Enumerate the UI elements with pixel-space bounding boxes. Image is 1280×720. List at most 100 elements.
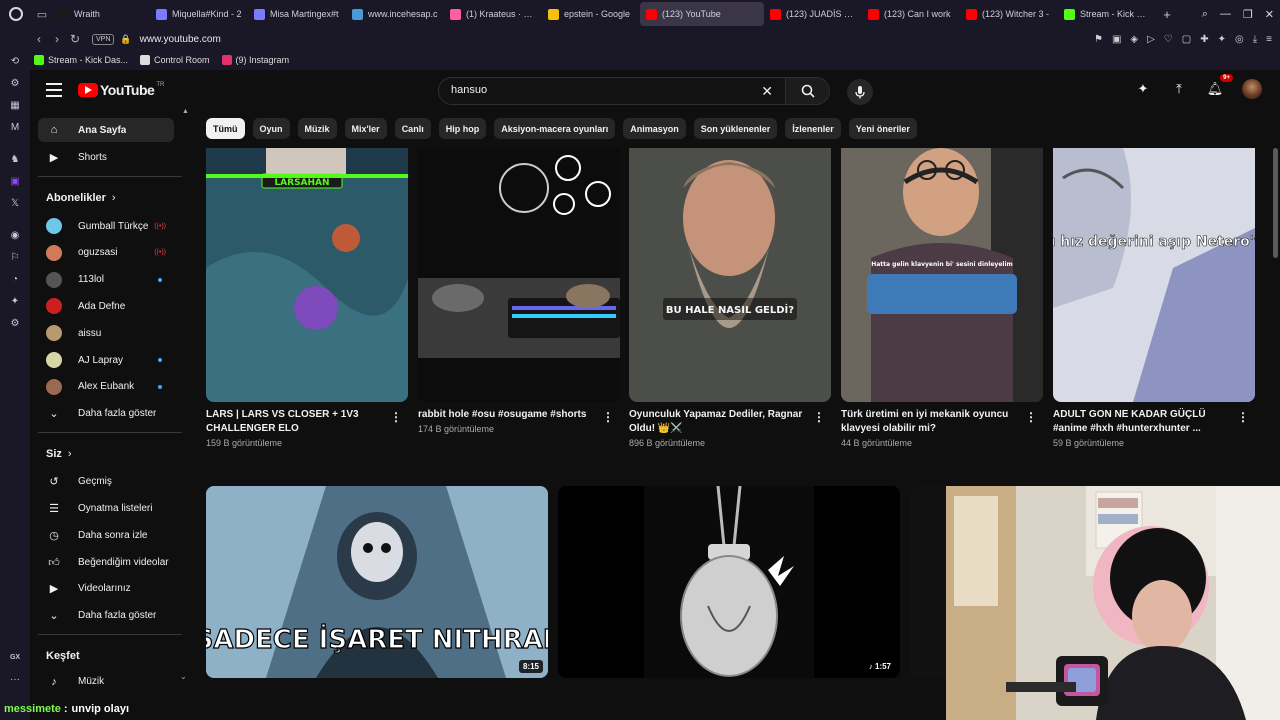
bookmark-item[interactable]: Stream - Kick Das... — [34, 55, 128, 65]
browser-tab[interactable]: (123) Witcher 3 - — [960, 2, 1058, 26]
video-thumbnail[interactable] — [418, 148, 620, 402]
reload-icon[interactable]: ↻ — [66, 32, 84, 46]
settings-sidebar-icon[interactable]: ⚙ — [8, 316, 22, 330]
browser-tab[interactable]: Stream - Kick Das — [1058, 2, 1156, 26]
x-twitter-icon[interactable]: 𝕏 — [8, 196, 22, 210]
shield-icon[interactable]: ◈ — [1130, 34, 1138, 45]
url-field[interactable]: www.youtube.com — [140, 34, 221, 45]
filter-chip[interactable]: Müzik — [297, 118, 337, 139]
sidebar-item[interactable]: ☰ Oynatma listeleri — [38, 496, 174, 520]
browser-tab[interactable]: (123) YouTube — [640, 2, 764, 26]
browser-tab[interactable]: Misa Martingex#t — [248, 2, 346, 26]
filter-chip[interactable]: Son yüklenenler — [693, 118, 778, 139]
browser-tab[interactable]: (1) Kraateus · oyu — [444, 2, 542, 26]
video-thumbnail[interactable]: LARSAHAN — [206, 148, 408, 402]
video-card[interactable]: ♪ 1:57 — [558, 486, 900, 678]
kick-sidebar-icon[interactable]: ♞ — [8, 152, 22, 166]
shorts-card[interactable]: BU HALE NASIL GELDİ? Oyunculuk Yapamaz De… — [629, 148, 831, 468]
subscription-item[interactable]: Ada Defne — [38, 294, 174, 318]
video-title[interactable]: Türk üretimi en iyi mekanik oyuncu klavy… — [841, 408, 1021, 436]
bookmark-item[interactable]: Control Room — [140, 55, 210, 65]
minimize-icon[interactable]: — — [1220, 8, 1231, 20]
twitch-icon[interactable]: ▣ — [8, 174, 22, 188]
more-options-icon[interactable]: ⋮ — [1237, 410, 1249, 424]
opera-gx-logo-icon[interactable] — [0, 0, 32, 28]
search-input[interactable] — [451, 84, 771, 96]
bookmark-item[interactable]: (9) Instagram — [221, 55, 289, 65]
filter-chip[interactable]: Aksiyon-macera oyunları — [494, 118, 616, 139]
filter-chip[interactable]: Animasyon — [623, 118, 686, 139]
shorts-card[interactable]: rabbit hole #osu #osugame #shorts 174 B g… — [418, 148, 620, 468]
tab-manager-icon[interactable]: ▭ — [32, 0, 52, 28]
tab-icon[interactable]: ▢ — [1182, 34, 1191, 45]
browser-tab[interactable]: Miquella#Kind - 2 — [150, 2, 248, 26]
more-options-icon[interactable]: ⋮ — [602, 410, 614, 424]
browser-tab[interactable]: www.incehesap.c — [346, 2, 444, 26]
player-icon[interactable]: ◉ — [8, 228, 22, 242]
voice-search-button[interactable] — [847, 79, 873, 105]
sidebar-item[interactable]: 👍︎ Beğendiğim videolar — [38, 550, 174, 574]
sidebar-item[interactable]: ▶ Shorts — [38, 145, 174, 169]
search-tabs-icon[interactable]: ⌕ — [1202, 8, 1208, 21]
upload-icon[interactable]: ⤒ — [1170, 80, 1188, 98]
sidebar-item[interactable]: ▶ Videolarınız — [38, 577, 174, 601]
sidebar-item[interactable]: ↺ Geçmiş — [38, 470, 174, 494]
filter-chip[interactable]: Hip hop — [438, 118, 487, 139]
video-thumbnail[interactable]: BU HALE NASIL GELDİ? — [629, 148, 831, 402]
subscription-item[interactable]: aissu — [38, 321, 174, 345]
page-scrollbar[interactable] — [1273, 148, 1278, 258]
easy-setup-icon[interactable]: ≡ — [1266, 34, 1272, 45]
show-more-button[interactable]: ⌄ Daha fazla göster — [38, 604, 174, 628]
cast-icon[interactable]: ✦ — [1134, 80, 1152, 98]
subscriptions-header[interactable]: Abonelikler › — [46, 192, 116, 204]
more-icon[interactable]: ··· — [8, 672, 22, 686]
forward-icon[interactable]: › — [48, 32, 66, 46]
video-title[interactable]: ADULT GON NE KADAR GÜÇLÜ #anime #hxh #hu… — [1053, 408, 1233, 436]
pin-icon[interactable]: ⚐ — [8, 250, 22, 264]
more-options-icon[interactable]: ⋮ — [813, 410, 825, 424]
gx-corner-icon[interactable]: ▦ — [8, 98, 22, 112]
video-card[interactable]: SADECE İŞARET NITHRAL 8:15 — [206, 486, 548, 678]
video-title[interactable]: LARS | LARS VS CLOSER + 1V3 CHALLENGER E… — [206, 408, 386, 436]
filter-chip[interactable]: Oyun — [252, 118, 290, 139]
shorts-card[interactable]: LARSAHAN LARS | LARS VS CLOSER + 1V3 CHAL… — [206, 148, 408, 468]
shorts-card[interactable]: bu hız değerini aşıp Netero'ya ADULT GON … — [1053, 148, 1255, 468]
sidebar-scroll-up-icon[interactable]: ▲ — [182, 108, 189, 115]
extensions-sidebar-icon[interactable]: ✦ — [8, 294, 22, 308]
browser-tab[interactable]: Wraith — [52, 2, 150, 26]
sidebar-item[interactable]: ♪ Müzik — [38, 670, 174, 694]
sidebar-scroll-down-icon[interactable]: ⌄ — [180, 672, 186, 681]
video-title[interactable]: Oyunculuk Yapamaz Dediler, Ragnar Oldu! … — [629, 408, 809, 436]
subscription-item[interactable]: Gumball Türkçe ((•)) — [38, 214, 174, 238]
speed-dial-icon[interactable]: ⟲ — [8, 54, 22, 68]
filter-chip[interactable]: Tümü — [206, 118, 245, 139]
search-button[interactable] — [785, 78, 829, 104]
more-options-icon[interactable]: ⋮ — [1025, 410, 1037, 424]
more-options-icon[interactable]: ⋮ — [390, 410, 402, 424]
filter-chip[interactable]: Canlı — [394, 118, 431, 139]
camera-icon[interactable]: ▣ — [1112, 34, 1121, 45]
restore-icon[interactable]: ❐ — [1243, 8, 1253, 21]
menu-icon[interactable] — [46, 83, 62, 97]
filter-chip[interactable]: Yeni öneriler — [848, 118, 917, 139]
lock-icon[interactable]: 🔒 — [120, 34, 131, 45]
subscription-item[interactable]: oguzsasi ((•)) — [38, 241, 174, 265]
history-sidebar-icon[interactable]: ◔ — [8, 272, 22, 286]
heart-icon[interactable]: ♡ — [1164, 34, 1173, 45]
new-tab-button[interactable]: + — [1156, 7, 1178, 22]
back-icon[interactable]: ‹ — [30, 32, 48, 46]
sidebar-item[interactable]: ◷ Daha sonra izle — [38, 523, 174, 547]
subscription-item[interactable]: Alex Eubank — [38, 375, 174, 399]
clear-search-icon[interactable]: ✕ — [761, 83, 773, 100]
video-card[interactable] — [910, 486, 950, 678]
account-avatar[interactable] — [1242, 79, 1262, 99]
download-icon[interactable]: ⤓ — [1253, 34, 1257, 45]
subscription-item[interactable]: 113lol — [38, 268, 174, 292]
notifications-bell-icon[interactable]: 🔔︎ 9+ — [1206, 74, 1233, 98]
puzzle-icon[interactable]: ✦ — [1218, 34, 1226, 45]
video-thumbnail[interactable]: Hatta gelin klavyenin bi' sesini dinleye… — [841, 148, 1043, 402]
youtube-logo[interactable]: YouTube TR — [78, 82, 164, 98]
video-thumbnail[interactable]: bu hız değerini aşıp Netero'ya — [1053, 148, 1255, 402]
close-window-icon[interactable]: ✕ — [1265, 8, 1274, 21]
shorts-card[interactable]: Hatta gelin klavyenin bi' sesini dinleye… — [841, 148, 1043, 468]
